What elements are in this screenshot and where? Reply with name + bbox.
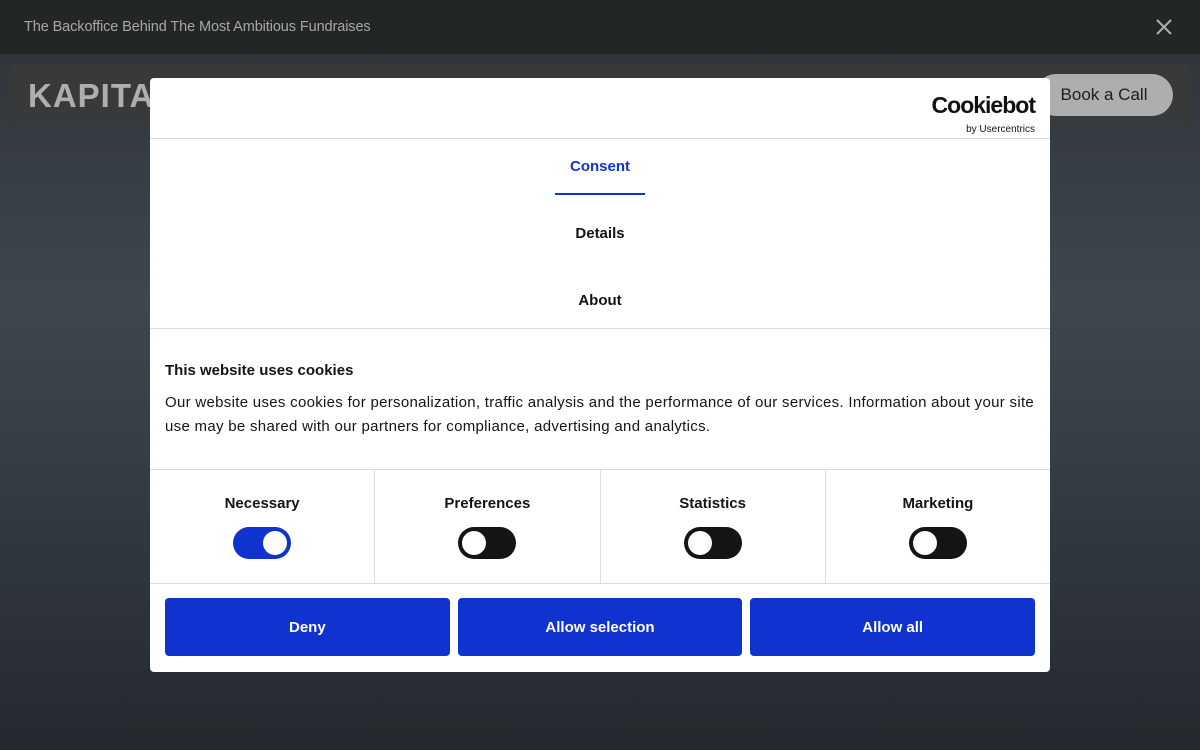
necessary-toggle[interactable] — [233, 527, 292, 559]
toggle-cell-preferences: Preferences — [375, 470, 601, 583]
cookiebot-byline: by Usercentrics — [966, 124, 1035, 135]
statistics-toggle[interactable] — [683, 527, 742, 559]
toggle-cell-marketing: Marketing — [826, 470, 1050, 583]
toggle-label-marketing: Marketing — [902, 495, 974, 512]
toggle-knob — [462, 531, 487, 555]
preferences-toggle[interactable] — [458, 527, 517, 559]
marketing-toggle[interactable] — [908, 527, 967, 559]
toggle-cell-necessary: Necessary — [150, 470, 376, 583]
consent-content: This website uses cookies Our website us… — [165, 362, 1035, 439]
deny-button[interactable]: Deny — [165, 598, 450, 656]
tab-details[interactable]: Details — [150, 225, 1050, 242]
dialog-tabs: Consent Details About — [150, 139, 1050, 329]
cookie-consent-dialog: Cookiebot by Usercentrics Consent Detail… — [150, 78, 1050, 672]
toggle-label-statistics: Statistics — [679, 495, 746, 512]
tab-consent[interactable]: Consent — [150, 158, 1050, 175]
tab-about[interactable]: About — [150, 292, 1050, 309]
toggle-label-preferences: Preferences — [444, 495, 531, 512]
toggle-knob — [912, 531, 937, 555]
allow-all-button[interactable]: Allow all — [750, 598, 1036, 656]
cookiebot-wordmark: Cookiebot — [931, 92, 1036, 118]
toggle-cell-statistics: Statistics — [601, 470, 826, 583]
allow-selection-button[interactable]: Allow selection — [457, 598, 743, 656]
toggle-knob — [687, 531, 712, 555]
consent-actions: Deny Allow selection Allow all — [165, 598, 1036, 656]
dialog-header: Cookiebot by Usercentrics — [150, 78, 1050, 139]
consent-toggles: Necessary Preferences Statistics Marketi… — [150, 469, 1050, 584]
active-tab-indicator — [555, 193, 645, 195]
cookiebot-logo: Cookiebot by Usercentrics — [931, 92, 1036, 135]
consent-description: Our website uses cookies for personaliza… — [165, 394, 1035, 435]
toggle-knob — [263, 531, 288, 555]
consent-title: This website uses cookies — [165, 362, 354, 379]
toggle-label-necessary: Necessary — [224, 495, 300, 512]
